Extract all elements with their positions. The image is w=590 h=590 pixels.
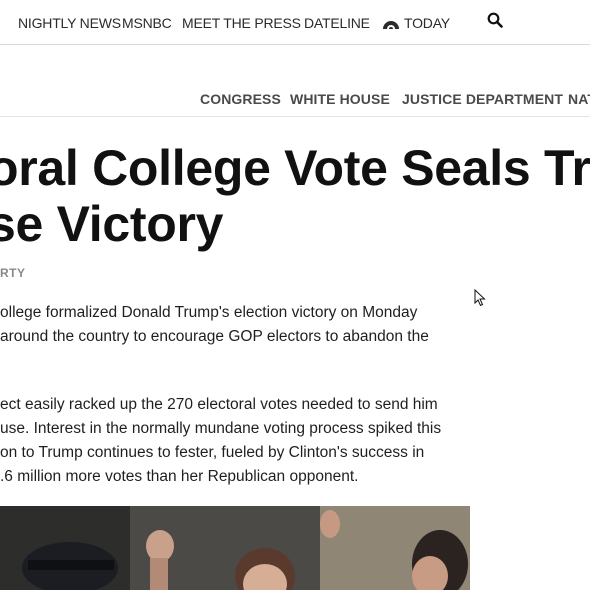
paragraph-line: ect easily racked up the 270 electoral v… <box>0 396 438 413</box>
nav-dateline[interactable]: DATELINE <box>304 15 370 31</box>
headline-line: se Victory <box>0 196 224 252</box>
section-nav-divider <box>0 116 590 117</box>
headline-line: oral College Vote Seals Tr <box>0 140 590 196</box>
nav-today[interactable]: TODAY <box>381 15 450 31</box>
article-photo <box>0 506 470 590</box>
nav-meet-the-press[interactable]: MEET THE PRESS <box>182 15 301 31</box>
today-sun-icon <box>383 21 399 29</box>
paragraph-line: use. Interest in the normally mundane vo… <box>0 420 442 437</box>
article-byline: RTY <box>0 266 26 280</box>
section-national[interactable]: NAT <box>568 91 590 107</box>
section-nav: CONGRESS WHITE HOUSE JUSTICE DEPARTMENT … <box>0 91 590 111</box>
article-paragraph: ect easily racked up the 270 electoral v… <box>0 393 441 489</box>
search-icon[interactable] <box>487 12 503 28</box>
nav-nightly-news[interactable]: NIGHTLY NEWS <box>18 15 121 31</box>
nav-today-label: TODAY <box>404 15 450 31</box>
section-white-house[interactable]: WHITE HOUSE <box>290 91 390 107</box>
paragraph-line: ollege formalized Donald Trump's electio… <box>0 304 418 321</box>
nav-msnbc[interactable]: MSNBC <box>122 15 172 31</box>
section-justice-department[interactable]: JUSTICE DEPARTMENT <box>402 91 563 107</box>
paragraph-line: .6 million more votes than her Republica… <box>0 468 359 485</box>
section-congress[interactable]: CONGRESS <box>200 91 281 107</box>
article-paragraph: ollege formalized Donald Trump's electio… <box>0 301 429 349</box>
paragraph-line: around the country to encourage GOP elec… <box>0 328 429 345</box>
top-nav: NIGHTLY NEWS MSNBC MEET THE PRESS DATELI… <box>0 0 590 45</box>
article-headline: oral College Vote Seals Tr se Victory <box>0 140 590 252</box>
article-photo-scene <box>0 506 470 590</box>
mouse-cursor-icon <box>474 289 486 307</box>
paragraph-line: on to Trump continues to fester, fueled … <box>0 444 425 461</box>
